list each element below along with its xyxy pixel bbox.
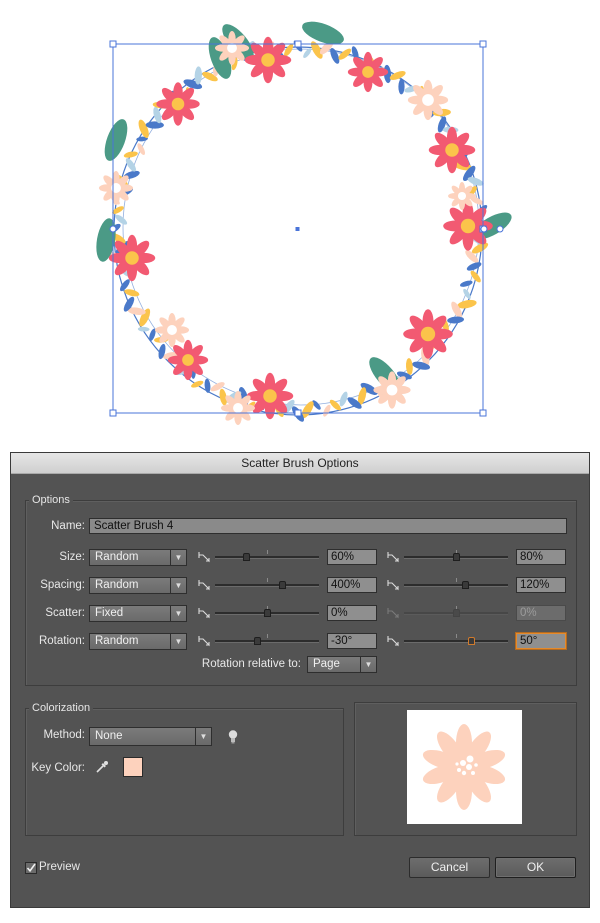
rotation-method-value: Random — [95, 635, 139, 647]
size-method-value: Random — [95, 551, 139, 563]
eyedropper-icon[interactable] — [95, 760, 109, 774]
size-min-slider[interactable] — [215, 550, 319, 564]
rotation-min-slider[interactable] — [215, 634, 319, 648]
slider-thumb[interactable] — [264, 609, 271, 617]
size-label: Size: — [59, 551, 85, 563]
scatter-brush-options-dialog: Scatter Brush Options Options Name: Scat… — [10, 452, 590, 908]
rotation-relative-dropdown[interactable]: Page ▼ — [307, 656, 377, 673]
size-method-dropdown[interactable]: Random ▼ — [89, 549, 187, 566]
chevron-down-icon: ▼ — [195, 728, 211, 745]
preview-label: Preview — [39, 861, 80, 873]
slider-thumb[interactable] — [453, 609, 460, 617]
name-label: Name: — [51, 520, 85, 532]
rotation-method-dropdown[interactable]: Random ▼ — [89, 633, 187, 650]
rotation-relative-value: Page — [313, 658, 340, 670]
spacing-min-slider[interactable] — [215, 578, 319, 592]
dialog-title: Scatter Brush Options — [11, 453, 589, 474]
slider-thumb[interactable] — [453, 553, 460, 561]
cancel-button[interactable]: Cancel — [409, 857, 490, 878]
chevron-down-icon: ▼ — [170, 550, 186, 565]
center-point[interactable] — [295, 227, 300, 231]
chevron-down-icon: ▼ — [170, 606, 186, 621]
scatter-method-dropdown[interactable]: Fixed ▼ — [89, 605, 187, 622]
fixed-variation-icon — [387, 580, 399, 591]
rotation-min-value[interactable]: -30° — [327, 633, 377, 649]
spacing-method-dropdown[interactable]: Random ▼ — [89, 577, 187, 594]
rotation-max-value[interactable]: 50° — [516, 633, 566, 649]
name-field[interactable]: Scatter Brush 4 — [89, 518, 567, 534]
rotation-max-slider[interactable] — [404, 634, 508, 648]
size-max-value[interactable]: 80% — [516, 549, 566, 565]
preview-checkbox[interactable] — [25, 862, 37, 874]
slider-thumb[interactable] — [462, 581, 469, 589]
spacing-max-slider[interactable] — [404, 578, 508, 592]
flower-wreath-artwork — [96, 21, 512, 426]
slider-thumb[interactable] — [279, 581, 286, 589]
rotation-relative-label: Rotation relative to: — [201, 658, 301, 670]
brush-preview-image — [407, 710, 522, 824]
key-color-swatch[interactable] — [123, 757, 143, 777]
fixed-variation-icon — [198, 636, 210, 647]
spacing-min-value[interactable]: 400% — [327, 577, 377, 593]
spacing-max-value[interactable]: 120% — [516, 577, 566, 593]
slider-thumb[interactable] — [243, 553, 250, 561]
key-color-label: Key Color: — [31, 762, 85, 774]
method-value: None — [95, 730, 123, 742]
scatter-label: Scatter: — [45, 607, 85, 619]
options-legend: Options — [29, 494, 73, 506]
spacing-label: Spacing: — [40, 579, 85, 591]
size-min-value[interactable]: 60% — [327, 549, 377, 565]
method-dropdown[interactable]: None ▼ — [89, 727, 212, 746]
ok-button[interactable]: OK — [495, 857, 576, 878]
chevron-down-icon: ▼ — [170, 578, 186, 593]
fixed-variation-icon — [198, 552, 210, 563]
method-label: Method: — [43, 729, 85, 741]
scatter-max-value[interactable]: 0% — [516, 605, 566, 621]
scatter-min-value[interactable]: 0% — [327, 605, 377, 621]
fixed-variation-icon — [198, 580, 210, 591]
fixed-variation-icon — [387, 608, 399, 619]
chevron-down-icon: ▼ — [170, 634, 186, 649]
rotation-label: Rotation: — [38, 635, 85, 647]
size-max-slider[interactable] — [404, 550, 508, 564]
scatter-method-value: Fixed — [95, 607, 124, 619]
chevron-down-icon: ▼ — [360, 657, 376, 672]
colorization-legend: Colorization — [29, 702, 94, 714]
fixed-variation-icon — [198, 608, 210, 619]
spacing-method-value: Random — [95, 579, 139, 591]
fixed-variation-icon — [387, 552, 399, 563]
slider-thumb[interactable] — [468, 637, 475, 645]
scatter-max-slider[interactable] — [404, 606, 508, 620]
scatter-min-slider[interactable] — [215, 606, 319, 620]
fixed-variation-icon — [387, 636, 399, 647]
tips-bulb-icon[interactable] — [227, 729, 239, 744]
slider-thumb[interactable] — [254, 637, 261, 645]
artboard-canvas — [96, 21, 512, 426]
